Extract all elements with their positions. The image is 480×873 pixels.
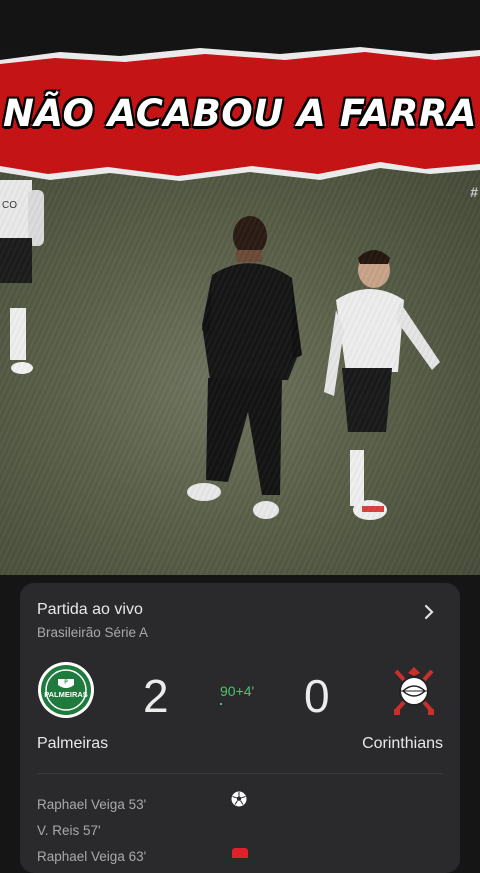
palmeiras-crest-icon: P PALMEIRAS xyxy=(38,662,94,718)
goal-ball-icon xyxy=(231,791,247,807)
headline-text: NÃO ACABOU A FARRA xyxy=(3,92,477,135)
card-divider xyxy=(37,773,443,774)
pitch-texture xyxy=(0,150,480,575)
scorer-line: V. Reis 57' xyxy=(37,823,101,838)
home-score: 2 xyxy=(143,670,169,722)
hashtag-mark: # xyxy=(470,184,478,200)
match-minute: 90+4' xyxy=(220,683,255,699)
red-card-icon xyxy=(232,848,248,858)
scorer-line: Raphael Veiga 63' xyxy=(37,849,147,864)
away-score: 0 xyxy=(304,670,330,722)
video-frame[interactable]: CO S A xyxy=(0,150,480,575)
competition-label: Brasileirão Série A xyxy=(37,625,149,640)
live-indicator xyxy=(220,703,222,705)
scorer-line: Raphael Veiga 53' xyxy=(37,797,147,812)
card-title: Partida ao vivo xyxy=(37,601,143,618)
corinthians-crest-icon xyxy=(394,667,434,715)
crest-text: PALMEIRAS xyxy=(44,690,88,699)
away-team-name: Corinthians xyxy=(362,735,443,752)
live-match-card[interactable]: Partida ao vivo Brasileirão Série A P PA… xyxy=(20,583,460,873)
chevron-right-icon[interactable] xyxy=(420,603,438,621)
home-team-name: Palmeiras xyxy=(37,735,109,752)
